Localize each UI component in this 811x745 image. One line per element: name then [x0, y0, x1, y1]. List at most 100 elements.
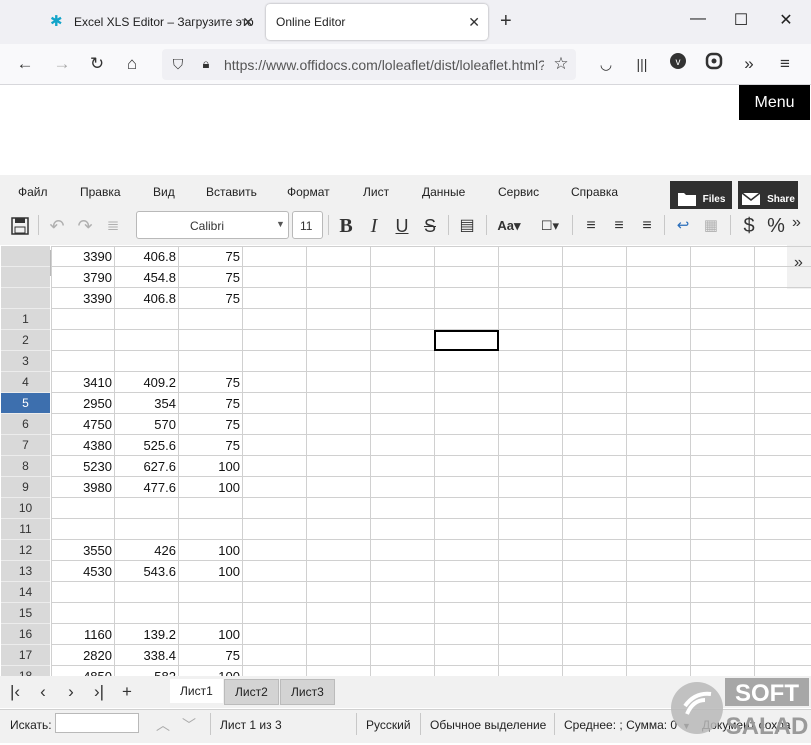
- row-header[interactable]: [1, 246, 50, 267]
- table-cell[interactable]: 3390: [51, 246, 112, 267]
- table-cell[interactable]: 3790: [51, 267, 112, 288]
- search-input[interactable]: [55, 713, 139, 733]
- sheet-tab-3[interactable]: Лист3: [280, 679, 335, 705]
- search-next-icon[interactable]: ﹀: [182, 715, 196, 735]
- row-header[interactable]: 13: [1, 561, 50, 582]
- table-cell[interactable]: 100: [179, 477, 240, 498]
- table-cell[interactable]: 2820: [51, 645, 112, 666]
- table-cell[interactable]: 75: [179, 267, 240, 288]
- close-tab-icon[interactable]: ✕: [242, 14, 254, 31]
- table-cell[interactable]: [51, 519, 112, 540]
- extension-v-icon[interactable]: v: [666, 52, 690, 76]
- table-cell[interactable]: [115, 603, 176, 624]
- hamburger-menu-icon[interactable]: ≡: [773, 52, 797, 76]
- row-header[interactable]: 5: [1, 393, 50, 414]
- row-header[interactable]: 1: [1, 309, 50, 330]
- align-right-icon[interactable]: ≡: [636, 214, 658, 238]
- table-cell[interactable]: [115, 351, 176, 372]
- url-text[interactable]: https://www.offidocs.com/loleaflet/dist/…: [224, 57, 544, 73]
- add-sheet-icon[interactable]: +: [116, 682, 138, 702]
- menu-sheet[interactable]: Лист: [363, 185, 389, 199]
- sheet-tab-1[interactable]: Лист1: [170, 679, 223, 703]
- format-paint-icon[interactable]: ▤: [456, 214, 478, 238]
- table-cell[interactable]: 454.8: [115, 267, 176, 288]
- table-cell[interactable]: 100: [179, 666, 240, 676]
- menu-tools[interactable]: Сервис: [498, 185, 539, 199]
- home-icon[interactable]: ⌂: [120, 52, 144, 76]
- table-cell[interactable]: [115, 309, 176, 330]
- menu-format[interactable]: Формат: [287, 185, 330, 199]
- forward-icon[interactable]: →: [50, 52, 74, 76]
- row-header[interactable]: 9: [1, 477, 50, 498]
- align-center-icon[interactable]: ≡: [608, 214, 630, 238]
- table-cell[interactable]: [51, 582, 112, 603]
- currency-icon[interactable]: $: [738, 214, 760, 238]
- row-header[interactable]: 11: [1, 519, 50, 540]
- row-header[interactable]: 2: [1, 330, 50, 351]
- table-cell[interactable]: [51, 498, 112, 519]
- table-cell[interactable]: 4850: [51, 666, 112, 676]
- table-cell[interactable]: 3410: [51, 372, 112, 393]
- new-tab-icon[interactable]: +: [500, 10, 512, 33]
- menu-edit[interactable]: Правка: [80, 185, 121, 199]
- table-cell[interactable]: 426: [115, 540, 176, 561]
- row-header[interactable]: 7: [1, 435, 50, 456]
- row-header[interactable]: 4: [1, 372, 50, 393]
- table-cell[interactable]: [115, 519, 176, 540]
- table-cell[interactable]: 75: [179, 645, 240, 666]
- table-cell[interactable]: [115, 582, 176, 603]
- font-color-icon[interactable]: Aa▾: [494, 214, 524, 238]
- table-cell[interactable]: [115, 498, 176, 519]
- table-cell[interactable]: [179, 603, 240, 624]
- table-cell[interactable]: 477.6: [115, 477, 176, 498]
- search-prev-icon[interactable]: ︿: [156, 715, 170, 735]
- merge-cells-icon[interactable]: ▦: [700, 214, 722, 238]
- bold-icon[interactable]: B: [334, 214, 358, 238]
- row-header[interactable]: 3: [1, 351, 50, 372]
- expand-toolbar-icon[interactable]: »: [792, 214, 801, 232]
- table-cell[interactable]: 406.8: [115, 246, 176, 267]
- table-cell[interactable]: 3550: [51, 540, 112, 561]
- table-cell[interactable]: 100: [179, 540, 240, 561]
- table-cell[interactable]: 100: [179, 456, 240, 477]
- wrap-text-icon[interactable]: ↩: [672, 214, 694, 238]
- back-icon[interactable]: ←: [13, 52, 37, 76]
- last-sheet-icon[interactable]: ›|: [88, 682, 110, 702]
- spreadsheet-grid[interactable]: 3390 406.8 75 3790 454.8 75 3390 406.8 75 3410 409…: [51, 246, 811, 676]
- table-cell[interactable]: 1160: [51, 624, 112, 645]
- percent-icon[interactable]: %: [764, 214, 788, 238]
- table-cell[interactable]: [51, 330, 112, 351]
- table-cell[interactable]: 3390: [51, 288, 112, 309]
- bookmark-star-icon[interactable]: ☆: [549, 52, 573, 76]
- overflow-chevron-icon[interactable]: »: [737, 52, 761, 76]
- table-cell[interactable]: 525.6: [115, 435, 176, 456]
- table-cell[interactable]: [179, 351, 240, 372]
- table-cell[interactable]: [179, 330, 240, 351]
- row-header[interactable]: 12: [1, 540, 50, 561]
- table-cell[interactable]: 139.2: [115, 624, 176, 645]
- table-cell[interactable]: 75: [179, 414, 240, 435]
- table-cell[interactable]: 406.8: [115, 288, 176, 309]
- language-status[interactable]: Русский: [366, 718, 411, 732]
- table-cell[interactable]: 100: [179, 561, 240, 582]
- underline-icon[interactable]: U: [390, 214, 414, 238]
- row-header[interactable]: 6: [1, 414, 50, 435]
- browser-tab-online-editor[interactable]: Online Editor ✕: [266, 4, 488, 40]
- background-color-icon[interactable]: ☐▾: [536, 214, 564, 238]
- menu-view[interactable]: Вид: [153, 185, 175, 199]
- menu-file[interactable]: Файл: [18, 185, 48, 199]
- close-window-icon[interactable]: ✕: [771, 10, 801, 30]
- sheet-tab-2[interactable]: Лист2: [224, 679, 279, 705]
- row-header[interactable]: 10: [1, 498, 50, 519]
- reload-icon[interactable]: ↻: [85, 52, 109, 76]
- minimize-icon[interactable]: —: [683, 10, 713, 28]
- redo-icon[interactable]: ↷: [74, 214, 96, 238]
- table-cell[interactable]: 75: [179, 246, 240, 267]
- row-header[interactable]: 18: [1, 666, 50, 676]
- prev-sheet-icon[interactable]: ‹: [32, 682, 54, 702]
- table-cell[interactable]: [51, 309, 112, 330]
- row-header[interactable]: [1, 288, 50, 309]
- table-cell[interactable]: [179, 498, 240, 519]
- table-cell[interactable]: 582: [115, 666, 176, 676]
- save-icon[interactable]: [8, 214, 32, 238]
